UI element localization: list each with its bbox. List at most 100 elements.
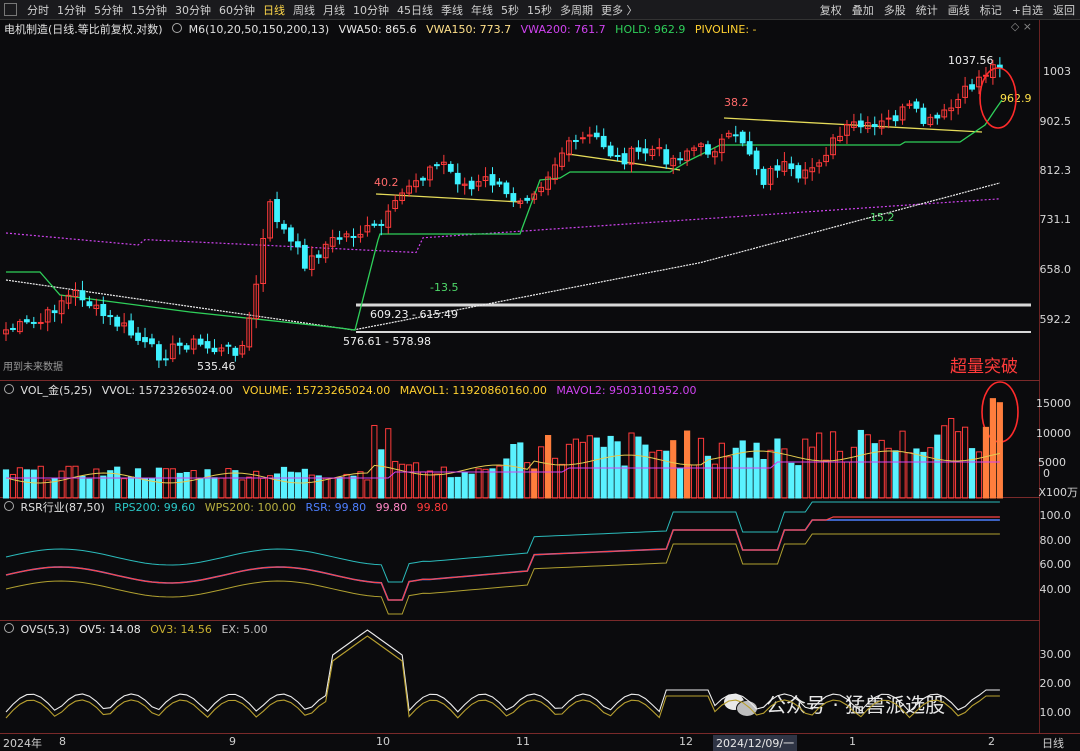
volume-bar (767, 449, 774, 499)
volume-bar (30, 469, 37, 499)
volume-bar (461, 472, 468, 499)
volume-bar (399, 463, 406, 499)
volume-bar (982, 426, 990, 499)
volume-bar (948, 417, 955, 499)
volume-bar (454, 476, 461, 499)
volume-bar (600, 446, 607, 499)
volume-bar (558, 463, 566, 499)
volume-bar (621, 465, 628, 499)
volume-bar (155, 467, 163, 499)
volume-bar (218, 477, 225, 499)
volume-bar (58, 470, 65, 499)
volume-bar (301, 468, 308, 499)
volume-bar (294, 472, 301, 499)
volume-bar (955, 431, 962, 499)
candle (197, 338, 204, 345)
volume-bar (433, 473, 440, 499)
volume-bar (718, 442, 725, 499)
volume-bar (809, 446, 816, 499)
volume-bar (732, 447, 739, 499)
candle (607, 145, 614, 157)
candle (642, 148, 649, 154)
candle (496, 181, 503, 185)
candle (183, 345, 190, 350)
volume-bar (572, 438, 579, 499)
volume-bar (336, 476, 343, 499)
candle (795, 165, 802, 179)
candle (128, 320, 134, 336)
candle (23, 319, 30, 323)
candle (37, 321, 44, 324)
volume-bar (774, 438, 781, 499)
volume-bar (482, 468, 489, 499)
volume-bar (823, 459, 830, 499)
volume-bar (350, 475, 357, 499)
candle (454, 172, 461, 185)
volume-bar (329, 477, 336, 499)
volume-bar (899, 430, 906, 499)
candle (892, 115, 899, 122)
volume-bar (246, 476, 253, 499)
volume-bar (468, 473, 475, 499)
volume-bar (79, 475, 86, 499)
volume-bar (920, 451, 927, 499)
candle (135, 332, 141, 341)
candle (635, 147, 642, 152)
candle (746, 141, 753, 155)
candle (51, 310, 58, 314)
candle (760, 168, 767, 185)
volume-bar (649, 451, 656, 499)
candle (142, 337, 148, 343)
candle (211, 347, 218, 353)
volume-bar (489, 468, 496, 499)
candle (371, 223, 378, 226)
volume-bar (176, 472, 183, 499)
candle (204, 341, 211, 349)
volume-bar (280, 466, 288, 499)
volume-bar (121, 478, 128, 499)
volume-bar (739, 440, 746, 499)
volume-bar (788, 462, 795, 499)
candle (663, 149, 670, 165)
volume-bar (385, 428, 392, 499)
volume-bar (107, 470, 114, 499)
candle (107, 315, 114, 318)
volume-bar (183, 472, 190, 499)
candle (857, 120, 864, 128)
candle (969, 84, 975, 90)
volume-bar (962, 426, 969, 499)
volume-bar (642, 444, 649, 499)
volume-bar (531, 468, 538, 499)
candle (489, 174, 496, 186)
candle (295, 241, 301, 248)
volume-bar (496, 465, 503, 499)
candle (149, 338, 155, 345)
pivot-line (723, 117, 983, 133)
volume-bar (392, 460, 399, 499)
volume-bar (100, 475, 107, 499)
volume-bar (725, 456, 732, 499)
candle (420, 177, 426, 181)
rsr-line (5, 519, 1000, 601)
volume-bar (816, 432, 823, 499)
candle (100, 304, 107, 317)
volume-bar (86, 478, 93, 499)
volume-bar (864, 434, 871, 499)
candle (468, 180, 475, 190)
volume-bar (711, 463, 718, 499)
candle (934, 114, 941, 119)
candle (573, 139, 579, 142)
candle (301, 244, 308, 269)
candle (871, 124, 878, 128)
volume-bar (850, 446, 857, 499)
chart-canvas[interactable] (0, 0, 1080, 749)
candle (788, 163, 795, 170)
volume-bar (517, 442, 524, 499)
volume-bar (378, 449, 385, 499)
candle (579, 137, 586, 140)
volume-bar (663, 450, 670, 499)
candle (614, 154, 621, 158)
volume-bar (934, 434, 941, 499)
volume-bar (260, 477, 267, 499)
candle (176, 342, 183, 346)
